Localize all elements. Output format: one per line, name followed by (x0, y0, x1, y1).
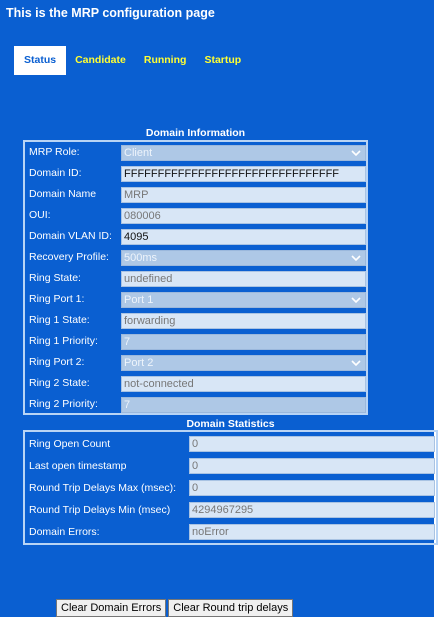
oui-row: OUI: 080006 (25, 207, 366, 225)
page-title: This is the MRP configuration page (6, 6, 215, 20)
ring-open-count-field[interactable]: 0 (189, 436, 435, 452)
ring-2-state-row: Ring 2 State: not-connected (25, 375, 366, 393)
domain-id-row: Domain ID: FFFFFFFFFFFFFFFFFFFFFFFFFFFFF… (25, 165, 366, 183)
ring-2-state-field[interactable]: not-connected (121, 376, 366, 392)
ring-1-priority-row: Ring 1 Priority: 7 (25, 333, 366, 351)
tab-bar: Status Candidate Running Startup (14, 46, 250, 75)
mrp-config-panel: This is the MRP configuration page Statu… (0, 0, 438, 617)
domain-errors-label: Domain Errors: (29, 526, 100, 538)
ring-port-1-value: Port 1 (124, 294, 154, 306)
domain-id-field[interactable]: FFFFFFFFFFFFFFFFFFFFFFFFFFFFFFFF (121, 166, 366, 182)
chevron-down-icon (351, 255, 361, 262)
ring-1-state-row: Ring 1 State: forwarding (25, 312, 366, 330)
ring-port-2-row: Ring Port 2: Port 2 (25, 354, 366, 372)
domain-information-box: MRP Role: Client Domain ID: FFFFFFFFFFFF… (23, 140, 368, 415)
ring-state-label: Ring State: (29, 272, 81, 284)
ring-2-priority-row: Ring 2 Priority: 7 (25, 396, 366, 414)
recovery-profile-label: Recovery Profile: (29, 251, 109, 263)
ring-1-state-label: Ring 1 State: (29, 314, 90, 326)
tab-startup[interactable]: Startup (195, 46, 250, 75)
ring-port-2-label: Ring Port 2: (29, 356, 85, 368)
ring-state-row: Ring State: undefined (25, 270, 366, 288)
last-open-timestamp-label: Last open timestamp (29, 460, 127, 472)
domain-statistics-title: Domain Statistics (186, 418, 275, 430)
domain-name-field[interactable]: MRP (121, 187, 366, 203)
rtd-min-field[interactable]: 4294967295 (189, 502, 435, 518)
oui-label: OUI: (29, 209, 51, 221)
ring-port-2-select[interactable]: Port 2 (121, 355, 366, 371)
tab-running[interactable]: Running (135, 46, 196, 75)
recovery-profile-select[interactable]: 500ms (121, 250, 366, 266)
ring-2-priority-label: Ring 2 Priority: (29, 398, 98, 410)
domain-statistics-box: Ring Open Count 0 Last open timestamp 0 … (23, 430, 438, 545)
domain-name-label: Domain Name (29, 188, 97, 200)
ring-1-priority-field[interactable]: 7 (121, 334, 366, 350)
tab-candidate[interactable]: Candidate (66, 46, 135, 75)
clear-round-trip-delays-button[interactable]: Clear Round trip delays (168, 599, 294, 617)
ring-port-1-label: Ring Port 1: (29, 293, 85, 305)
ring-port-2-value: Port 2 (124, 357, 154, 369)
clear-domain-errors-button[interactable]: Clear Domain Errors (56, 599, 167, 617)
rtd-min-row: Round Trip Delays Min (msec) 4294967295 (25, 500, 436, 520)
domain-errors-row: Domain Errors: noError (25, 522, 436, 542)
mrp-role-select[interactable]: Client (121, 145, 366, 161)
domain-information-title: Domain Information (145, 127, 246, 139)
rtd-max-field[interactable]: 0 (189, 480, 435, 496)
ring-1-state-field[interactable]: forwarding (121, 313, 366, 329)
domain-errors-field[interactable]: noError (189, 524, 435, 540)
rtd-max-label: Round Trip Delays Max (msec): (29, 482, 177, 494)
ring-2-state-label: Ring 2 State: (29, 377, 90, 389)
domain-vlan-id-field[interactable]: 4095 (121, 229, 366, 245)
recovery-profile-value: 500ms (124, 252, 158, 264)
mrp-role-row: MRP Role: Client (25, 144, 366, 162)
mrp-role-value: Client (124, 147, 153, 159)
ring-port-1-row: Ring Port 1: Port 1 (25, 291, 366, 309)
rtd-min-label: Round Trip Delays Min (msec) (29, 504, 171, 516)
last-open-timestamp-field[interactable]: 0 (189, 458, 435, 474)
tab-status[interactable]: Status (14, 46, 67, 75)
rtd-max-row: Round Trip Delays Max (msec): 0 (25, 478, 436, 498)
domain-vlan-id-label: Domain VLAN ID: (29, 230, 112, 242)
ring-2-priority-field[interactable]: 7 (121, 397, 366, 413)
chevron-down-icon (351, 150, 361, 157)
oui-field[interactable]: 080006 (121, 208, 366, 224)
recovery-profile-row: Recovery Profile: 500ms (25, 249, 366, 267)
ring-1-priority-label: Ring 1 Priority: (29, 335, 98, 347)
last-open-timestamp-row: Last open timestamp 0 (25, 456, 436, 476)
action-buttons: Clear Domain Errors Clear Round trip del… (56, 599, 294, 617)
ring-open-count-row: Ring Open Count 0 (25, 434, 436, 454)
ring-open-count-label: Ring Open Count (29, 438, 111, 450)
chevron-down-icon (351, 360, 361, 367)
domain-name-row: Domain Name MRP (25, 186, 366, 204)
mrp-role-label: MRP Role: (29, 146, 80, 158)
chevron-down-icon (351, 297, 361, 304)
domain-vlan-id-row: Domain VLAN ID: 4095 (25, 228, 366, 246)
ring-port-1-select[interactable]: Port 1 (121, 292, 366, 308)
ring-state-field[interactable]: undefined (121, 271, 366, 287)
domain-id-label: Domain ID: (29, 167, 82, 179)
